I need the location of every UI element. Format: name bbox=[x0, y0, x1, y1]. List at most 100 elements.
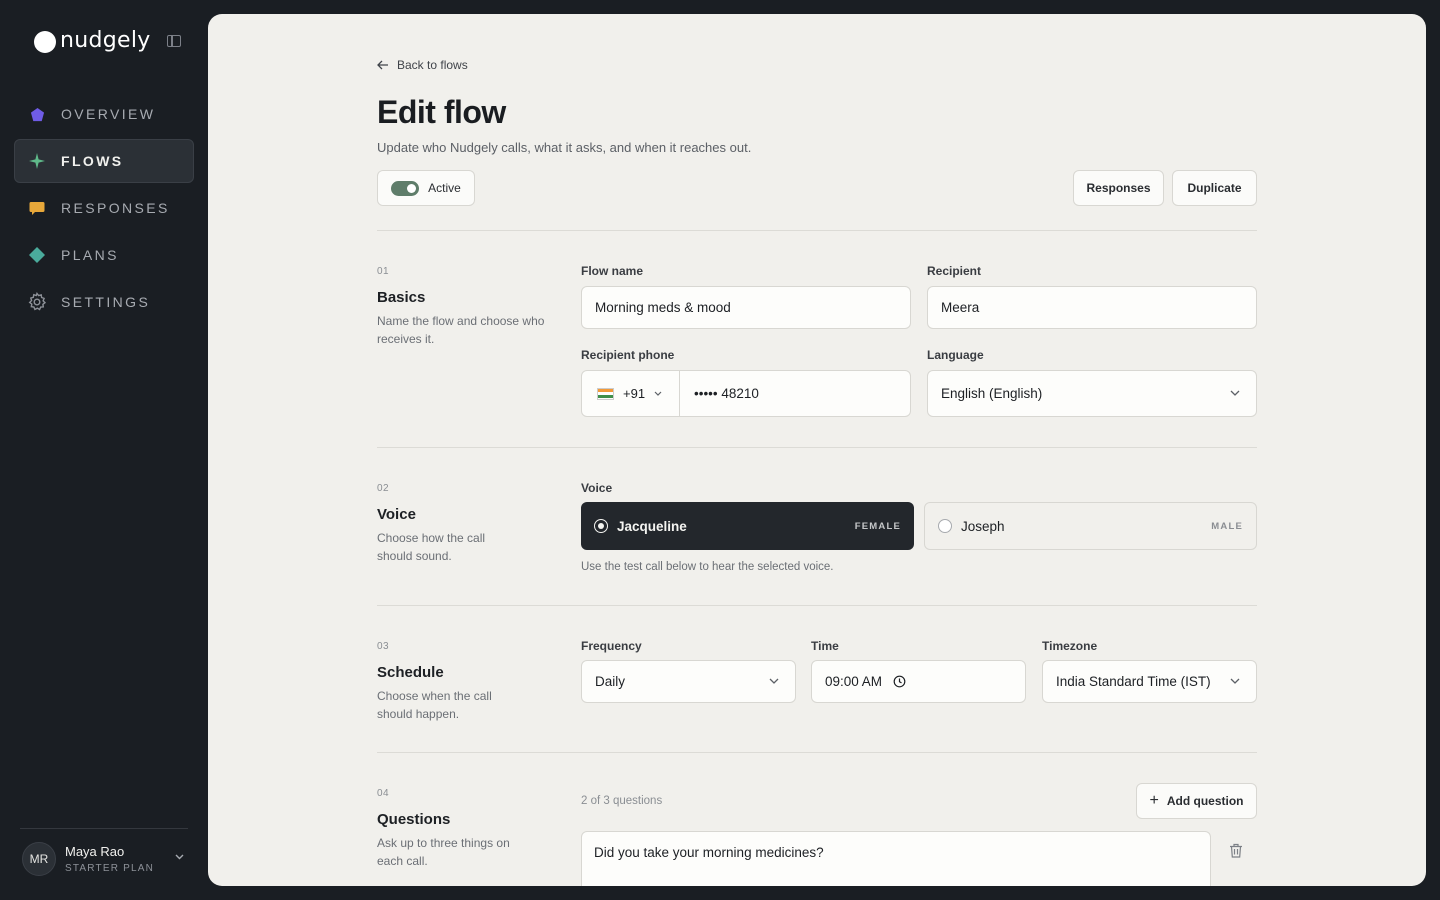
back-link-label: Back to flows bbox=[397, 58, 468, 72]
timezone-label: Timezone bbox=[1042, 639, 1098, 653]
avatar: MR bbox=[22, 842, 56, 876]
frequency-label: Frequency bbox=[581, 639, 642, 653]
arrow-left-icon bbox=[377, 60, 388, 70]
pentagon-icon bbox=[27, 104, 47, 124]
sidebar-collapse-icon[interactable] bbox=[167, 35, 181, 47]
section-title: Voice bbox=[377, 506, 416, 523]
sidebar-item-flows[interactable]: FLOWS bbox=[14, 139, 194, 183]
question-count: 2 of 3 questions bbox=[581, 795, 663, 807]
user-menu[interactable]: MR Maya Rao STARTER PLAN bbox=[22, 842, 192, 876]
user-plan: STARTER PLAN bbox=[65, 863, 155, 874]
chevron-down-icon bbox=[1230, 390, 1240, 396]
sidebar-nav: OVERVIEW FLOWS RESPONSES PLANS SETTINGS bbox=[14, 92, 194, 327]
toggle-switch[interactable] bbox=[391, 180, 420, 196]
sidebar-item-overview[interactable]: OVERVIEW bbox=[14, 92, 194, 136]
time-label: Time bbox=[811, 639, 839, 653]
india-flag-icon bbox=[597, 387, 614, 400]
app-logo[interactable]: nudgely bbox=[34, 28, 151, 53]
chevron-down-icon bbox=[654, 391, 662, 396]
sidebar-item-label: RESPONSES bbox=[61, 200, 170, 216]
divider bbox=[377, 605, 1257, 606]
time-input[interactable]: 09:00 AM bbox=[811, 660, 1026, 703]
language-select[interactable]: English (English) bbox=[927, 370, 1257, 417]
sidebar-item-label: PLANS bbox=[61, 247, 119, 263]
flow-name-input[interactable]: Morning meds & mood bbox=[581, 286, 911, 329]
phone-field: +91 ••••• 48210 bbox=[581, 370, 911, 417]
country-code-select[interactable]: +91 bbox=[582, 371, 680, 416]
divider bbox=[377, 752, 1257, 753]
section-number: 04 bbox=[377, 788, 390, 799]
active-toggle-label: Active bbox=[428, 181, 461, 195]
main-panel: Back to flows Edit flow Update who Nudge… bbox=[208, 14, 1426, 886]
flow-name-label: Flow name bbox=[581, 264, 644, 278]
duplicate-button[interactable]: Duplicate bbox=[1172, 170, 1257, 206]
section-number: 03 bbox=[377, 641, 390, 652]
sidebar-item-label: SETTINGS bbox=[61, 294, 151, 310]
back-link[interactable]: Back to flows bbox=[377, 58, 468, 72]
page-subtitle: Update who Nudgely calls, what it asks, … bbox=[377, 140, 752, 155]
timezone-value: India Standard Time (IST) bbox=[1056, 674, 1211, 689]
chevron-down-icon bbox=[769, 678, 779, 684]
radio-unselected-icon bbox=[938, 519, 952, 533]
section-number: 02 bbox=[377, 483, 390, 494]
diamond-icon bbox=[27, 245, 47, 265]
section-description: Choose when the call should happen. bbox=[377, 689, 492, 721]
logo-mark-icon bbox=[34, 31, 56, 53]
add-question-button[interactable]: + Add question bbox=[1136, 783, 1257, 819]
frequency-value: Daily bbox=[595, 674, 626, 689]
section-title: Basics bbox=[377, 289, 426, 306]
active-toggle[interactable]: Active bbox=[377, 170, 475, 206]
flow-name-value: Morning meds & mood bbox=[595, 300, 731, 315]
sidebar-item-label: FLOWS bbox=[61, 153, 124, 169]
responses-button[interactable]: Responses bbox=[1073, 170, 1164, 206]
language-value: English (English) bbox=[941, 386, 1043, 401]
language-label: Language bbox=[927, 348, 984, 362]
divider bbox=[377, 230, 1257, 231]
timezone-select[interactable]: India Standard Time (IST) bbox=[1042, 660, 1257, 703]
country-code-value: +91 bbox=[623, 386, 646, 401]
section-number: 01 bbox=[377, 266, 390, 277]
phone-number-value: ••••• 48210 bbox=[694, 386, 759, 401]
sidebar-item-settings[interactable]: SETTINGS bbox=[14, 280, 194, 324]
sidebar-item-responses[interactable]: RESPONSES bbox=[14, 186, 194, 230]
chevron-down-icon bbox=[1230, 678, 1240, 684]
page-title: Edit flow bbox=[377, 94, 506, 130]
divider bbox=[377, 447, 1257, 448]
voice-name: Joseph bbox=[961, 518, 1005, 534]
frequency-select[interactable]: Daily bbox=[581, 660, 796, 703]
divider bbox=[20, 828, 188, 829]
sidebar-item-label: OVERVIEW bbox=[61, 106, 156, 122]
voice-label: Voice bbox=[581, 481, 613, 495]
user-name: Maya Rao bbox=[65, 844, 125, 859]
section-title: Questions bbox=[377, 811, 451, 828]
clock-icon[interactable] bbox=[893, 675, 906, 688]
sparkle-icon bbox=[27, 151, 47, 171]
recipient-input[interactable]: Meera bbox=[927, 286, 1257, 329]
add-question-label: Add question bbox=[1166, 794, 1244, 808]
radio-selected-icon bbox=[594, 519, 608, 533]
gear-icon bbox=[27, 292, 47, 312]
voice-gender-badge: FEMALE bbox=[854, 520, 901, 532]
recipient-value: Meera bbox=[941, 300, 980, 315]
section-description: Choose how the call should sound. bbox=[377, 531, 486, 563]
section-description: Ask up to three things on each call. bbox=[377, 836, 510, 868]
recipient-phone-label: Recipient phone bbox=[581, 348, 675, 362]
section-description: Name the flow and choose who receives it… bbox=[377, 314, 545, 346]
chat-bubble-icon bbox=[27, 198, 47, 218]
sidebar: nudgely OVERVIEW FLOWS RESPONSES PLANS S… bbox=[0, 0, 208, 900]
question-text: Did you take your morning medicines? bbox=[594, 845, 824, 860]
recipient-label: Recipient bbox=[927, 264, 982, 278]
voice-hint: Use the test call below to hear the sele… bbox=[581, 561, 834, 573]
plus-icon: + bbox=[1149, 792, 1159, 809]
chevron-down-icon bbox=[175, 854, 184, 860]
app-name: nudgely bbox=[60, 28, 151, 53]
sidebar-item-plans[interactable]: PLANS bbox=[14, 233, 194, 277]
voice-gender-badge: MALE bbox=[1211, 520, 1243, 532]
section-title: Schedule bbox=[377, 664, 444, 681]
phone-number-input[interactable]: ••••• 48210 bbox=[694, 371, 759, 416]
voice-name: Jacqueline bbox=[617, 518, 687, 534]
question-input[interactable]: Did you take your morning medicines? bbox=[581, 831, 1211, 886]
voice-option-joseph[interactable]: Joseph MALE bbox=[924, 502, 1257, 550]
voice-option-jacqueline[interactable]: Jacqueline FEMALE bbox=[581, 502, 914, 550]
trash-icon[interactable] bbox=[1229, 843, 1243, 858]
